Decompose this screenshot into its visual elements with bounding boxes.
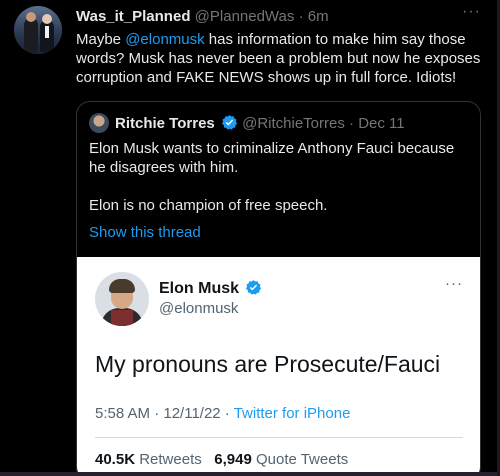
quoted-tweet[interactable]: Ritchie Torres @RitchieTorres · Dec 11 E… <box>76 101 481 476</box>
screenshot-handle: @elonmusk <box>159 300 239 317</box>
mention-link[interactable]: @elonmusk <box>125 31 204 48</box>
divider <box>95 437 463 438</box>
user-handle[interactable]: @PlannedWas <box>195 8 295 25</box>
screenshot-stats: 40.5K Retweets 6,949 Quote Tweets <box>95 451 348 468</box>
quoted-tweet-header: Ritchie Torres @RitchieTorres · Dec 11 <box>115 114 405 133</box>
separator: · <box>349 115 355 132</box>
retweets-count: 40.5K <box>95 451 136 468</box>
tweet-text-start: Maybe <box>76 31 126 48</box>
more-options-icon[interactable]: ··· <box>462 3 481 21</box>
quote-tweets-count: 6,949 <box>214 451 252 468</box>
tweet-header: Was_it_Planned @PlannedWas · 6m <box>76 8 329 26</box>
screenshot-tweet-text: My pronouns are Prosecute/Fauci <box>95 351 441 377</box>
tweet-text: Maybe @elonmusk has information to make … <box>76 30 486 87</box>
screenshot-more-icon: ··· <box>445 275 463 292</box>
retweets-label: Retweets <box>139 451 202 468</box>
user-avatar[interactable] <box>14 6 62 54</box>
quoted-paragraph-1: Elon Musk wants to criminalize Anthony F… <box>89 140 455 176</box>
quoted-user-handle[interactable]: @RitchieTorres <box>242 115 345 132</box>
tweet[interactable]: Was_it_Planned @PlannedWas · 6m ··· Mayb… <box>0 0 500 476</box>
screenshot-time: 5:58 AM · 12/11/22 · <box>95 405 234 422</box>
tweet-time[interactable]: 6m <box>308 8 329 25</box>
quoted-paragraph-2: Elon is no champion of free speech. <box>89 197 328 214</box>
quoted-tweet-text: Elon Musk wants to criminalize Anthony F… <box>89 139 469 234</box>
show-thread-link[interactable]: Show this thread <box>89 224 201 241</box>
bottom-divider <box>0 472 500 476</box>
display-name[interactable]: Was_it_Planned <box>76 8 190 25</box>
separator: · <box>298 8 304 25</box>
verified-badge-icon <box>221 115 238 130</box>
screenshot-display-name: Elon Musk <box>159 279 262 298</box>
screenshot-avatar <box>95 272 149 326</box>
screenshot-source: Twitter for iPhone <box>233 405 351 422</box>
quoted-display-name[interactable]: Ritchie Torres <box>115 115 215 132</box>
screenshot-timestamp: 5:58 AM · 12/11/22 · Twitter for iPhone <box>95 405 350 422</box>
verified-badge-icon <box>246 280 262 295</box>
screenshot-name-text: Elon Musk <box>159 280 240 297</box>
quote-tweets-label: Quote Tweets <box>255 451 349 468</box>
quoted-tweet-date[interactable]: Dec 11 <box>358 115 404 132</box>
tweet-screenshot-image[interactable]: Elon Musk @elonmusk ··· My pronouns are … <box>77 257 480 476</box>
quoted-user-avatar[interactable] <box>89 113 109 133</box>
